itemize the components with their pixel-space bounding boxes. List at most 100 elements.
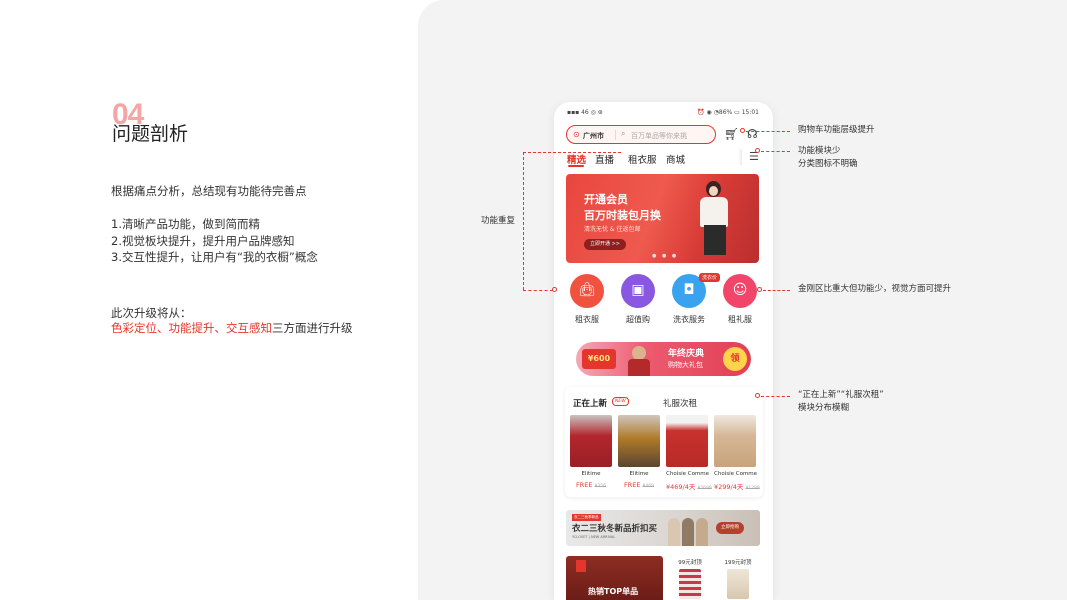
carousel-dots: ● ● ● <box>652 253 679 259</box>
promo-title: 年终庆典 <box>668 349 705 359</box>
banner-open-button[interactable]: 立即开通 >> <box>584 239 626 250</box>
product-image <box>727 569 749 599</box>
product-image <box>679 569 701 599</box>
annotation-menu-1: 功能模块少 <box>798 146 841 156</box>
annotation-line-menu <box>761 151 790 152</box>
product-card[interactable]: Choisie Comme ¥299/4天 ¥1299 <box>714 415 760 491</box>
product-image <box>570 415 612 467</box>
capped-99-item[interactable]: 99元封顶 <box>670 558 710 599</box>
cart-icon[interactable]: 🛒︎ <box>724 127 739 141</box>
search-icon: ⌕ <box>621 129 626 138</box>
category-label: 租衣服 <box>575 315 599 324</box>
buy-now-button[interactable]: 立即抢购 <box>716 522 744 534</box>
product-brand: Elitime <box>629 471 649 477</box>
tab-featured[interactable]: 精选 <box>567 152 586 166</box>
top-sellers-card[interactable]: 热销TOP单品 <box>566 556 663 600</box>
search-placeholder[interactable]: 百万单品等你来挑 <box>631 131 687 141</box>
top-sellers-title: 热销TOP单品 <box>588 587 639 596</box>
ad-tag: 衣二三秋季新品 <box>572 514 601 521</box>
shopping-bag-icon: ▣ <box>621 274 655 308</box>
annotation-dot-icons <box>757 287 762 292</box>
plan-intro: 此次升级将从： <box>111 306 192 320</box>
product-image <box>618 415 660 467</box>
product-brand: Elitime <box>581 471 601 477</box>
annotation-dot-new <box>755 393 760 398</box>
category-tag: 洗衣价 <box>699 273 721 282</box>
search-bar[interactable]: ⊙ 广州市 ⌕ 百万单品等你来挑 <box>566 125 716 144</box>
dress-icon: ☺ <box>723 274 757 308</box>
points-list: 1.清晰产品功能，做到简而精 2.视觉板块提升，提升用户品牌感知 3.交互性提升… <box>111 216 318 266</box>
promo-model-image <box>626 344 654 376</box>
category-label: 洗衣服务 <box>673 315 705 324</box>
capped-99-label: 99元封顶 <box>678 560 702 566</box>
capped-199-item[interactable]: 199元封顶 <box>718 558 758 599</box>
new-badge: NEW <box>612 397 629 406</box>
product-price: FREE ¥356 <box>575 481 606 489</box>
coupon-badge: ¥600 <box>582 349 616 369</box>
annotation-new-2: 模块分布模糊 <box>798 403 850 413</box>
annotation-line-new <box>761 396 790 397</box>
point-2: 2.视觉板块提升，提升用户品牌感知 <box>111 233 295 248</box>
annotation-line-duplicate-bottom <box>523 290 553 291</box>
banner-title-1: 开通会员 <box>584 193 628 206</box>
category-label: 超值购 <box>626 315 650 324</box>
annotation-line-icons <box>763 290 790 291</box>
top-badge <box>576 560 586 572</box>
plan-highlight: 色彩定位、功能提升、交互感知 <box>111 321 272 335</box>
annotation-menu-2: 分类图标不明确 <box>798 159 858 169</box>
category-rent-clothes[interactable]: 👜︎ 租衣服 <box>564 274 610 325</box>
annotation-line-cart <box>746 131 790 132</box>
new-arrivals-title[interactable]: 正在上新 <box>573 397 607 409</box>
annotation-line-duplicate-vertical <box>523 152 524 290</box>
product-price: FREE ¥468 <box>623 481 654 489</box>
status-left: ▪︎▪︎▪︎ 46 ◎ ⊛ <box>567 109 603 116</box>
dress-rent-tab[interactable]: 礼服次租 <box>663 397 697 409</box>
product-card[interactable]: Choisie Comme ¥469/4天 ¥2699 <box>666 415 712 491</box>
page: 04 问题剖析 根据痛点分析，总结现有功能待完善点 1.清晰产品功能，做到简而精… <box>0 0 1067 600</box>
product-card[interactable]: Elitime FREE ¥468 <box>618 415 660 489</box>
plan-rest: 三方面进行升级 <box>272 321 353 335</box>
point-1: 1.清晰产品功能，做到简而精 <box>111 217 260 231</box>
product-brand: Choisie Comme <box>714 471 758 477</box>
annotation-dot-menu <box>755 148 760 153</box>
promo-subtitle: 购物大礼包 <box>668 361 703 369</box>
product-price: ¥299/4天 ¥1299 <box>714 483 760 491</box>
category-icons: 👜︎ 租衣服 ▣ 超值购 ◘ 洗衣服务 ☺ 租礼服 洗衣价 <box>564 273 764 334</box>
bottom-section: 热销TOP单品 99元封顶 199元封顶 <box>566 556 761 600</box>
section-title: 问题剖析 <box>112 123 189 145</box>
new-collection-ad[interactable]: 衣二三秋季新品 衣二三秋冬新品折扣买 YCLOSET | NEW ARRIVAL… <box>566 510 760 546</box>
annotation-duplicate: 功能重复 <box>481 216 516 226</box>
ad-subtitle: YCLOSET | NEW ARRIVAL <box>572 535 616 539</box>
status-bar: ▪︎▪︎▪︎ 46 ◎ ⊛ ⏰ ◉ ◔86% ▭ 15:01 <box>554 109 773 119</box>
location-pin-icon: ⊙ <box>573 130 580 139</box>
point-3: 3.交互性提升，让用户有“我的衣橱”概念 <box>111 250 318 264</box>
customer-service-icon[interactable]: ☊ <box>747 127 758 141</box>
active-tab-indicator <box>568 165 584 167</box>
claim-button[interactable]: 领 <box>723 347 747 371</box>
category-rent-dress[interactable]: ☺ 租礼服 <box>717 274 763 325</box>
product-card[interactable]: Elitime FREE ¥356 <box>570 415 612 489</box>
tab-mall[interactable]: 商城 <box>666 152 685 166</box>
category-value-buy[interactable]: ▣ 超值购 <box>615 274 661 325</box>
tab-rent[interactable]: 租衣服 <box>628 152 657 166</box>
city-selector[interactable]: 广州市 <box>583 131 604 141</box>
plan-line: 色彩定位、功能提升、交互感知三方面进行升级 <box>111 320 353 336</box>
annotation-dot-cart <box>740 128 745 133</box>
annotation-dot-duplicate <box>552 287 557 292</box>
annotation-cart: 购物车功能层级提升 <box>798 125 875 135</box>
membership-banner[interactable]: 开通会员 百万时装包月换 清洗无忧 & 往返包邮 立即开通 >> ● ● ● <box>566 174 759 263</box>
ad-title: 衣二三秋冬新品折扣买 <box>572 524 658 534</box>
banner-title-2: 百万时装包月换 <box>584 209 661 222</box>
search-divider <box>615 130 616 140</box>
phone-mockup: ▪︎▪︎▪︎ 46 ◎ ⊛ ⏰ ◉ ◔86% ▭ 15:01 ⊙ 广州市 ⌕ 百… <box>554 102 773 600</box>
annotation-new-1: “正在上新”“礼服次租” <box>798 390 884 400</box>
tabs-fade <box>738 149 742 165</box>
status-right: ⏰ ◉ ◔86% ▭ 15:01 <box>697 109 759 116</box>
category-label: 租礼服 <box>728 315 752 324</box>
promo-banner[interactable]: ¥600 年终庆典 购物大礼包 领 <box>576 342 751 376</box>
product-price: ¥469/4天 ¥2699 <box>666 483 712 491</box>
tab-live[interactable]: 直播 <box>595 152 614 166</box>
banner-subtitle: 清洗无忧 & 往返包邮 <box>584 226 641 233</box>
annotation-icons: 金刚区比重大但功能少，视觉方面可提升 <box>798 284 952 294</box>
product-brand: Choisie Comme <box>666 471 710 477</box>
